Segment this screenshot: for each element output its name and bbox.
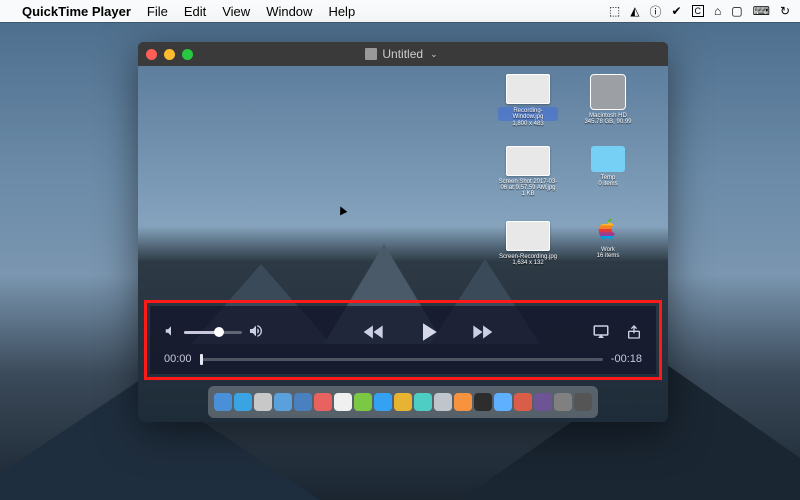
status-c-icon[interactable]: C — [692, 5, 705, 17]
desktop-file-icon: Screen-Recording.jpg 1,634 x 132 — [498, 221, 558, 266]
cursor-icon — [337, 205, 348, 216]
zoom-button[interactable] — [182, 49, 193, 60]
drive-icon[interactable]: ◭ — [630, 4, 639, 18]
time-remaining: -00:18 — [611, 353, 642, 365]
volume-slider[interactable] — [184, 331, 242, 334]
volume-low-icon — [164, 324, 178, 341]
menu-view[interactable]: View — [222, 4, 250, 19]
volume-control[interactable] — [164, 323, 264, 342]
dock-item[interactable] — [314, 393, 332, 411]
dock-item[interactable] — [554, 393, 572, 411]
airplay-button[interactable] — [592, 323, 610, 341]
dock-item[interactable] — [214, 393, 232, 411]
minimize-button[interactable] — [164, 49, 175, 60]
playback-controls: 00:00 -00:18 — [150, 306, 656, 374]
controls-highlight: 00:00 -00:18 — [144, 300, 662, 380]
time-elapsed: 00:00 — [164, 353, 192, 365]
dock-item[interactable] — [574, 393, 592, 411]
dock-item[interactable] — [434, 393, 452, 411]
menu-help[interactable]: Help — [328, 4, 355, 19]
play-button[interactable] — [413, 317, 443, 347]
playhead[interactable] — [200, 354, 203, 365]
dock-item[interactable] — [514, 393, 532, 411]
dock-item[interactable] — [534, 393, 552, 411]
desktop-apple-icon: Work 16 items — [578, 216, 638, 259]
dock-item[interactable] — [274, 393, 292, 411]
timemachine-icon[interactable]: ↻ — [780, 4, 790, 18]
fast-forward-button[interactable] — [469, 319, 495, 345]
document-icon — [365, 48, 377, 60]
share-button[interactable] — [626, 323, 642, 341]
app-menu[interactable]: QuickTime Player — [22, 4, 131, 19]
volume-high-icon — [248, 323, 264, 342]
dropbox-icon[interactable]: ⬚ — [609, 4, 620, 18]
window-titlebar[interactable]: Untitled ⌄ — [138, 42, 668, 66]
menu-file[interactable]: File — [147, 4, 168, 19]
close-button[interactable] — [146, 49, 157, 60]
keyboard-icon[interactable]: ⌨ — [753, 4, 770, 18]
dock-item[interactable] — [414, 393, 432, 411]
dock-item[interactable] — [494, 393, 512, 411]
dock-item[interactable] — [254, 393, 272, 411]
window-title: Untitled — [382, 47, 423, 61]
dock-item[interactable] — [294, 393, 312, 411]
dock-item[interactable] — [234, 393, 252, 411]
dock-item[interactable] — [334, 393, 352, 411]
timeline-scrubber[interactable] — [200, 358, 603, 361]
quicktime-window: Untitled ⌄ Recording-Window.jpg 1,800 x … — [138, 42, 668, 422]
menu-window[interactable]: Window — [266, 4, 312, 19]
video-content: Recording-Window.jpg 1,800 x 483 Macinto… — [138, 66, 668, 422]
file-label: Recording-Window.jpg — [498, 107, 558, 121]
menu-edit[interactable]: Edit — [184, 4, 206, 19]
status-icon[interactable]: ⓘ — [649, 3, 661, 20]
desktop-file-icon: Recording-Window.jpg 1,800 x 483 — [498, 74, 558, 127]
dock — [208, 386, 598, 418]
check-icon[interactable]: ✔ — [671, 4, 681, 18]
menubar: QuickTime Player File Edit View Window H… — [0, 0, 800, 22]
dock-item[interactable] — [374, 393, 392, 411]
dock-item[interactable] — [394, 393, 412, 411]
rewind-button[interactable] — [361, 319, 387, 345]
airplay-icon[interactable]: ▢ — [731, 4, 742, 18]
chevron-down-icon[interactable]: ⌄ — [430, 49, 438, 60]
dock-item[interactable] — [474, 393, 492, 411]
desktop-file-icon: Screen Shot 2017-03-06 at 9.57.59 AM.jpg… — [498, 146, 558, 197]
dock-item[interactable] — [454, 393, 472, 411]
desktop-folder-icon: Temp 0 items — [578, 146, 638, 187]
dock-item[interactable] — [354, 393, 372, 411]
home-icon[interactable]: ⌂ — [714, 4, 721, 18]
desktop-hd-icon: Macintosh HD 345.78 GB, 90.99 — [578, 74, 638, 125]
